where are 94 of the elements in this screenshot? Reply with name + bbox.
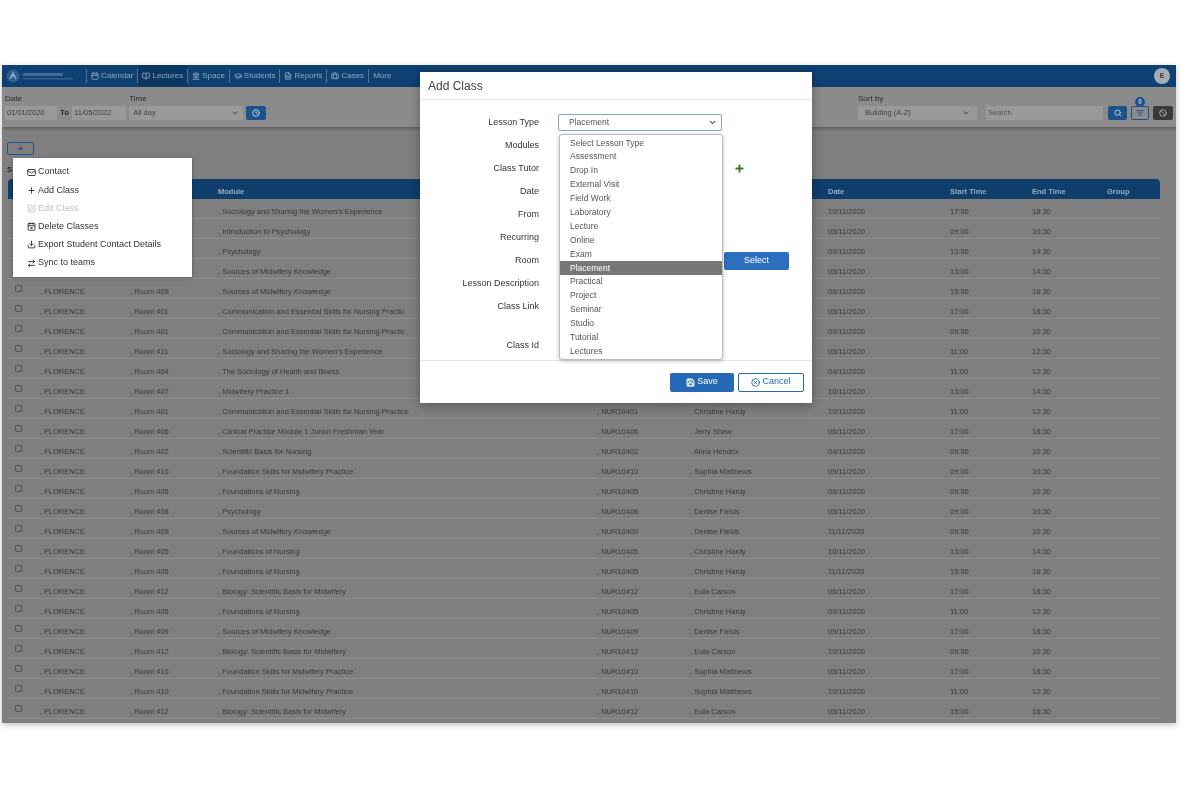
search-icon <box>1113 108 1122 117</box>
dropdown-option[interactable]: Project <box>560 288 722 303</box>
dropdown-option[interactable]: Placement <box>560 261 722 275</box>
row-checkbox[interactable] <box>15 485 22 492</box>
field-label: From <box>517 207 539 221</box>
row-checkbox[interactable] <box>15 345 22 352</box>
nav-tab[interactable]: Students <box>229 65 280 87</box>
field-label: Class Tutor <box>492 161 539 175</box>
clear-button[interactable] <box>1153 105 1173 120</box>
row-checkbox[interactable] <box>15 705 22 712</box>
row-checkbox[interactable] <box>15 545 22 552</box>
row-checkbox[interactable] <box>15 625 22 632</box>
dropdown-option[interactable]: Lectures <box>560 344 722 359</box>
filter-button[interactable] <box>1131 105 1149 120</box>
menu-item[interactable]: Add Class <box>27 181 192 200</box>
edit-icon <box>27 203 36 213</box>
field-label: Class Link <box>496 299 539 313</box>
time-label: Time <box>129 93 148 105</box>
nav-tab[interactable]: Calendar <box>87 65 138 87</box>
logo[interactable] <box>6 69 76 83</box>
row-checkbox[interactable] <box>15 645 22 652</box>
cancel-icon <box>751 377 761 387</box>
field-label: Modules <box>503 138 539 152</box>
menu-item[interactable]: Contact <box>27 163 192 182</box>
row-checkbox[interactable] <box>15 565 22 572</box>
menu-item[interactable]: Delete Classes <box>27 217 192 236</box>
graduation-cap-icon <box>233 72 242 80</box>
dropdown-option[interactable]: External Visit <box>560 177 722 192</box>
plus-icon <box>27 185 36 195</box>
field-label: Room <box>514 253 539 267</box>
dialog-title: Add Class <box>428 77 483 95</box>
menu-item[interactable]: Export Student Contact Details <box>27 235 192 254</box>
row-checkbox[interactable] <box>15 285 22 292</box>
cancel-button[interactable]: Cancel <box>738 372 804 392</box>
dropdown-option[interactable]: Online <box>560 233 722 248</box>
date-label: Date <box>5 93 23 105</box>
add-icon[interactable] <box>734 163 745 174</box>
building-icon <box>192 72 201 80</box>
menu-item[interactable]: Sync to teams <box>27 253 192 273</box>
briefcase-icon <box>331 72 340 80</box>
row-checkbox[interactable] <box>15 685 22 692</box>
nav-tab[interactable]: Reports <box>280 65 327 87</box>
row-checkbox[interactable] <box>15 365 22 372</box>
save-icon <box>686 377 696 387</box>
dropdown-option[interactable]: Field Work <box>560 191 722 206</box>
envelope-icon <box>27 167 36 177</box>
dropdown-option[interactable]: Lecture <box>560 219 722 234</box>
search-button[interactable] <box>1108 105 1127 120</box>
document-icon <box>284 72 293 80</box>
row-checkbox[interactable] <box>15 505 22 512</box>
dropdown-option[interactable]: Studio <box>560 316 722 331</box>
dropdown-option[interactable]: Seminar <box>560 302 722 317</box>
dropdown-option[interactable]: Exam <box>560 247 722 261</box>
lesson-type-select[interactable]: Placement <box>558 114 722 131</box>
row-checkbox[interactable] <box>15 525 22 532</box>
to-label: To <box>60 106 70 119</box>
time-button[interactable] <box>246 105 267 120</box>
row-checkbox[interactable] <box>15 305 22 312</box>
calendar-icon <box>91 72 99 80</box>
dropdown-option[interactable]: Assessment <box>560 149 722 164</box>
field-label: Class Id <box>505 338 539 352</box>
dropdown-option[interactable]: Select Lesson Type <box>560 136 722 150</box>
filter-icon <box>1136 108 1144 117</box>
row-checkbox[interactable] <box>15 445 22 452</box>
row-checkbox[interactable] <box>15 465 22 472</box>
clock-icon <box>252 108 261 117</box>
dropdown-option[interactable]: Drop In <box>560 163 722 178</box>
nav-tab[interactable]: Space <box>188 65 229 87</box>
select-button[interactable]: Select <box>724 251 789 270</box>
row-checkbox[interactable] <box>15 425 22 432</box>
chevron-down-icon <box>708 118 717 127</box>
row-checkbox[interactable] <box>15 405 22 412</box>
book-icon <box>142 72 151 80</box>
sort-label: Sort by <box>858 93 884 105</box>
nav-tab[interactable]: More <box>369 65 396 87</box>
row-checkbox[interactable] <box>15 605 22 612</box>
dropdown-option[interactable]: Tutorial <box>560 330 722 345</box>
field-label: Lesson Type <box>487 115 539 129</box>
calendar-icon <box>27 222 36 232</box>
dropdown-option[interactable]: Laboratory <box>560 205 722 220</box>
swap-arrows-icon <box>27 258 36 268</box>
field-label: Lesson Description <box>461 276 539 290</box>
nav-tab[interactable]: Cases <box>327 65 369 87</box>
row-checkbox[interactable] <box>15 325 22 332</box>
row-checkbox[interactable] <box>15 385 22 392</box>
row-checkbox[interactable] <box>15 665 22 672</box>
field-label: Date <box>519 184 539 198</box>
download-icon <box>27 240 36 250</box>
nav-tab[interactable]: Lectures <box>138 65 188 87</box>
row-checkbox[interactable] <box>15 585 22 592</box>
clear-icon <box>1159 108 1167 117</box>
dropdown-option[interactable]: Practical <box>560 274 722 289</box>
field-label: Recurring <box>499 230 539 244</box>
save-button[interactable]: Save <box>670 372 734 392</box>
